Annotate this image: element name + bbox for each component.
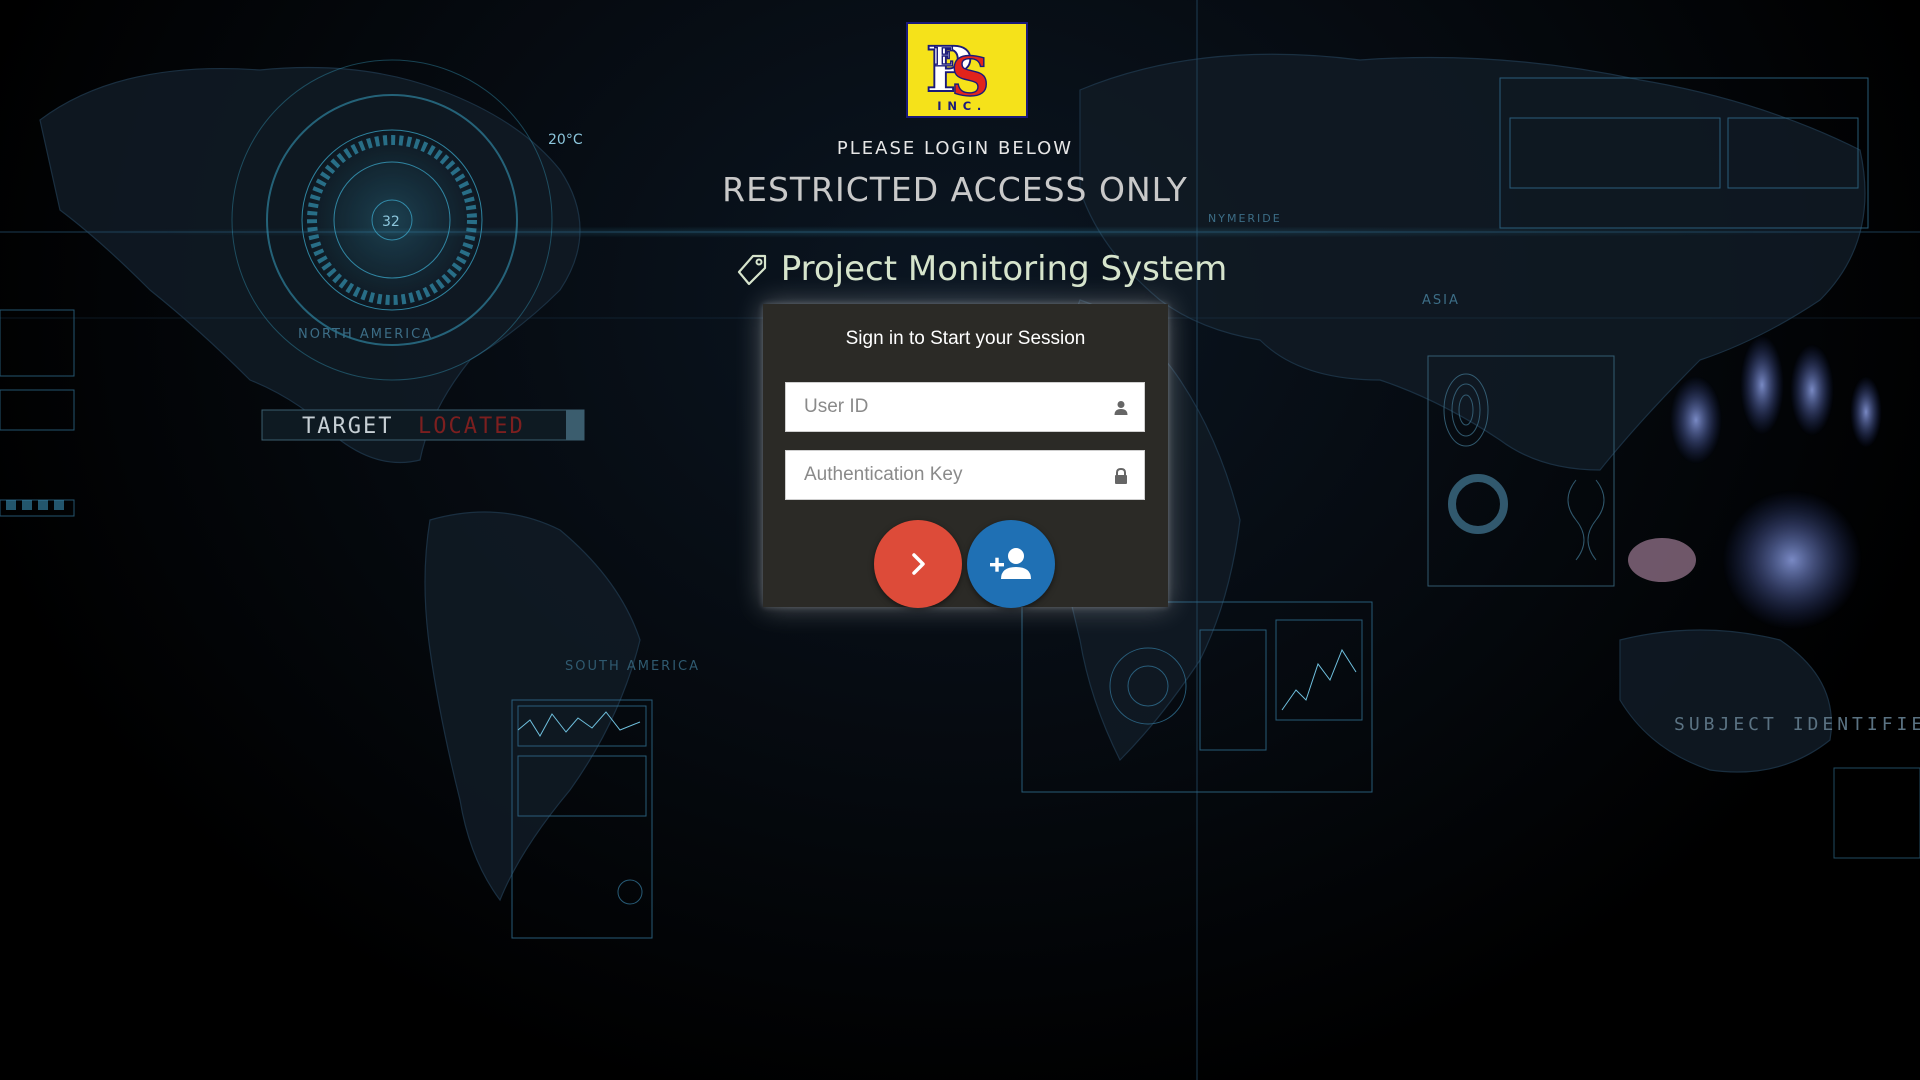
login-screen: 32 20°C NORTH AMERICA SOUTH AMERICA ASIA… — [0, 0, 1920, 1080]
app-title-row: Project Monitoring System — [700, 246, 1260, 292]
login-panel: Sign in to Start your Session — [763, 304, 1168, 608]
tag-icon — [737, 254, 766, 286]
user-id-input[interactable] — [786, 383, 1144, 431]
user-icon — [1114, 401, 1128, 415]
svg-text:LOCATED: LOCATED — [418, 414, 525, 439]
register-user-button[interactable] — [967, 520, 1055, 608]
svg-text:NYMERIDE: NYMERIDE — [1208, 212, 1282, 225]
app-title: Project Monitoring System — [780, 249, 1228, 289]
svg-text:NORTH AMERICA: NORTH AMERICA — [298, 327, 433, 342]
svg-text:TARGET: TARGET — [302, 414, 393, 439]
svg-text:20°C: 20°C — [548, 132, 583, 148]
svg-text:INC.: INC. — [937, 99, 987, 113]
add-user-icon — [990, 548, 1031, 579]
login-prompt: PLEASE LOGIN BELOW — [836, 138, 1074, 159]
svg-text:ASIA: ASIA — [1422, 293, 1460, 308]
lock-icon — [1115, 468, 1127, 484]
svg-text:SOUTH AMERICA: SOUTH AMERICA — [565, 659, 700, 674]
auth-key-field — [785, 450, 1145, 500]
svg-text:32: 32 — [382, 214, 400, 230]
login-panel-title: Sign in to Start your Session — [845, 328, 1086, 349]
svg-text:SUBJECT IDENTIFIED: SUBJECT IDENTIFIED — [1674, 714, 1920, 735]
user-id-field — [785, 382, 1145, 432]
company-logo: P S E INC. — [906, 22, 1028, 118]
restricted-access-notice: RESTRICTED ACCESS ONLY — [722, 170, 1188, 209]
auth-key-input[interactable] — [786, 451, 1144, 499]
svg-text:E: E — [933, 42, 953, 73]
chevron-right-icon — [912, 553, 925, 575]
sign-in-button[interactable] — [874, 520, 962, 608]
